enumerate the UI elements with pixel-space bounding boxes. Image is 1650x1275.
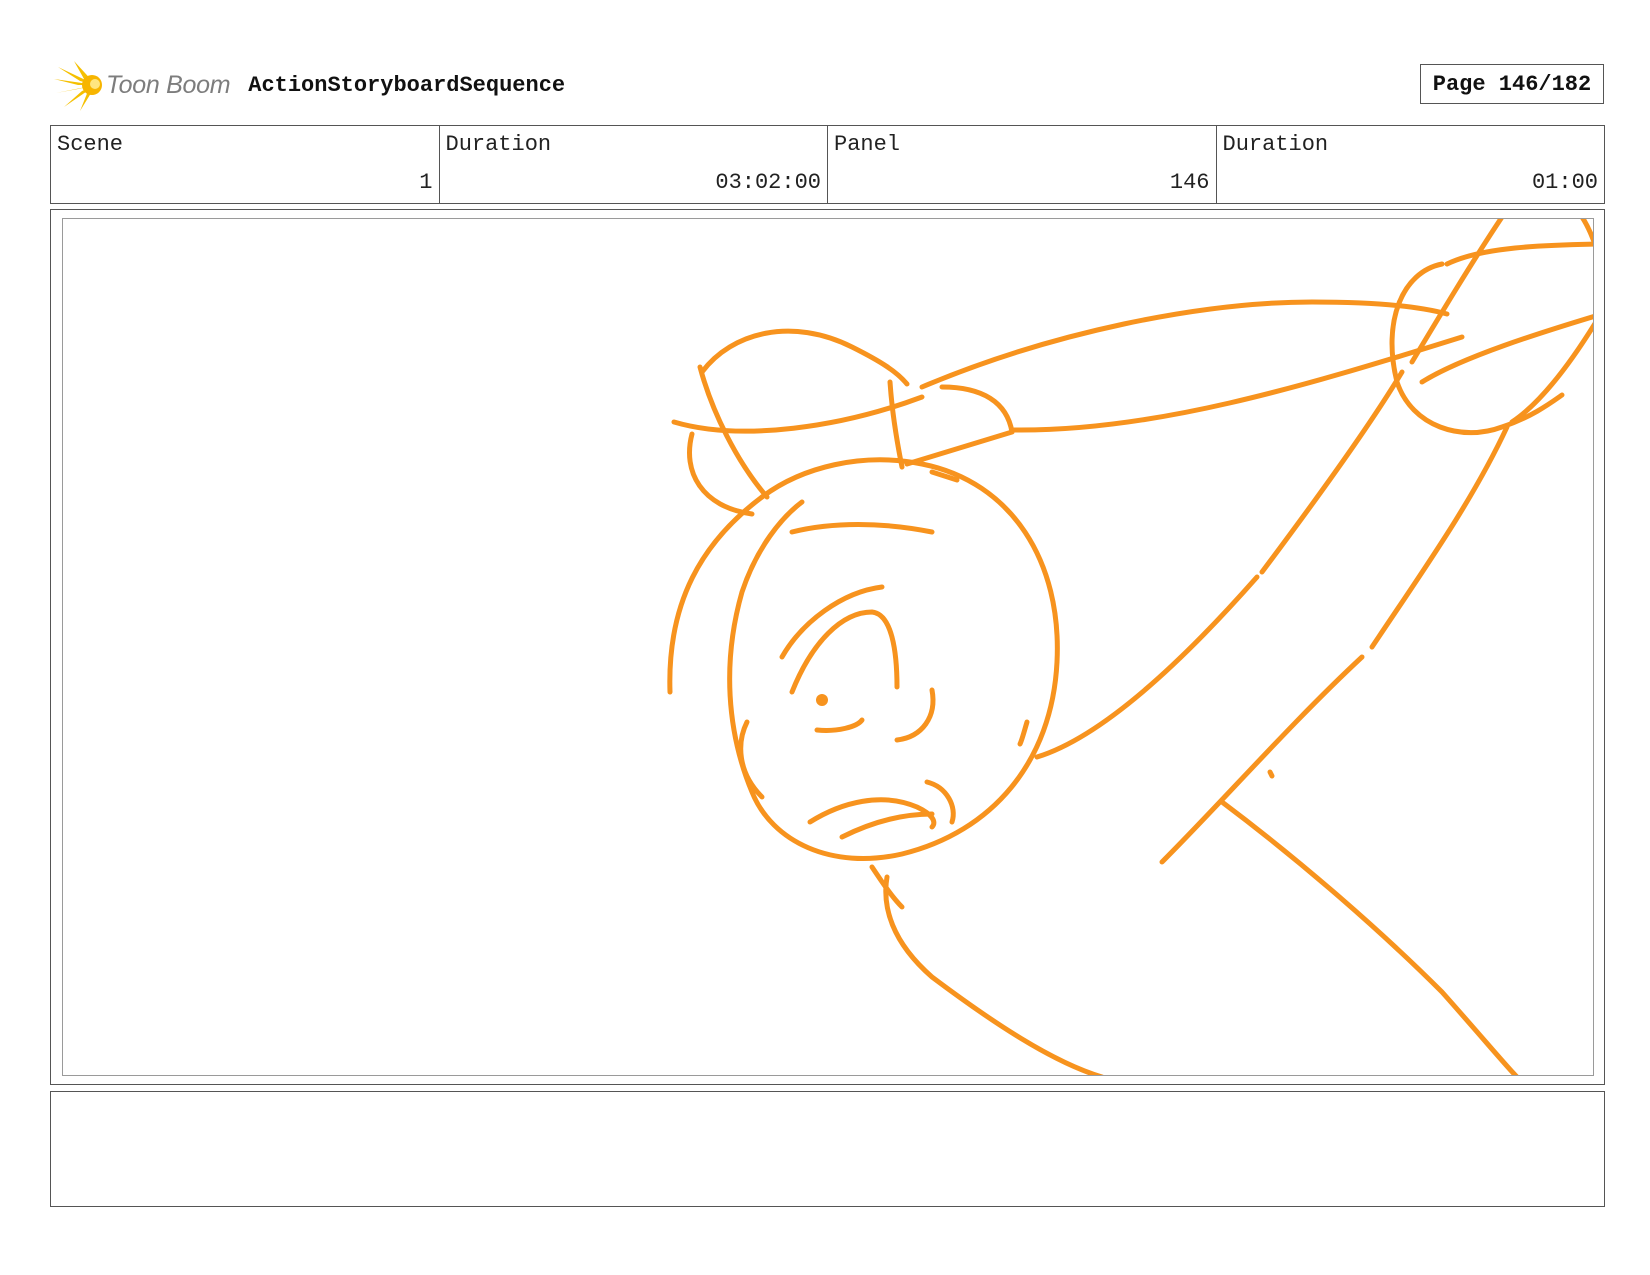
scene-duration-cell: Duration 03:02:00 — [440, 126, 828, 203]
panel-value: 146 — [1169, 170, 1210, 195]
toon-boom-logo: Toon Boom — [52, 57, 231, 113]
character-sketch — [667, 219, 1593, 1075]
scene-duration-label: Duration — [445, 132, 552, 157]
storyboard-panel-frame — [50, 209, 1605, 1085]
logo-text: Toon Boom — [106, 70, 231, 99]
scene-info-table: Scene 1 Duration 03:02:00 Panel 146 Dura… — [50, 125, 1605, 204]
starburst-logo-icon — [54, 61, 102, 111]
scene-cell: Scene 1 — [51, 126, 440, 203]
scene-label: Scene — [57, 132, 124, 157]
scene-duration-value: 03:02:00 — [715, 170, 821, 195]
panel-label: Panel — [834, 132, 901, 157]
panel-cell: Panel 146 — [828, 126, 1217, 203]
page-header: Toon Boom ActionStoryboardSequence — [52, 55, 565, 115]
storyboard-panel-image — [62, 218, 1594, 1076]
scene-value: 1 — [419, 170, 433, 195]
panel-duration-label: Duration — [1222, 132, 1329, 157]
document-title: ActionStoryboardSequence — [248, 72, 566, 98]
panel-duration-value: 01:00 — [1531, 170, 1598, 195]
panel-duration-cell: Duration 01:00 — [1217, 126, 1605, 203]
page-indicator: Page 146/182 — [1420, 64, 1604, 104]
panel-notes-box[interactable] — [50, 1091, 1605, 1207]
